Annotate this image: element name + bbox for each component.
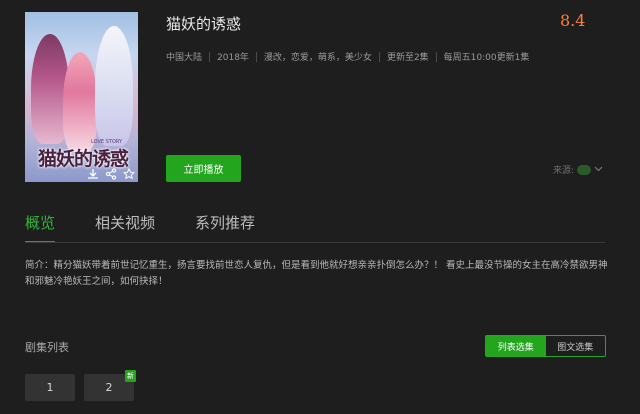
episode-view-switch: 列表选集 图文选集 xyxy=(485,335,606,357)
episode-list-heading: 剧集列表 xyxy=(25,341,69,354)
episode-number: 2 xyxy=(105,381,113,394)
poster-actions xyxy=(87,165,136,180)
source-label: 来源: xyxy=(553,166,575,176)
meta-genres[interactable]: 漫改，恋爱，萌系，美少女 xyxy=(264,50,372,63)
episode-number: 1 xyxy=(46,381,54,394)
poster-figure-center xyxy=(63,52,97,152)
tab-overview[interactable]: 概览 xyxy=(25,212,56,243)
source-logo-icon xyxy=(577,164,592,175)
meta-schedule: 每周五10:00更新1集 xyxy=(443,53,530,63)
meta-region[interactable]: 中国大陆 xyxy=(166,50,202,63)
download-icon[interactable] xyxy=(87,165,99,179)
tab-related-videos[interactable]: 相关视频 xyxy=(95,212,155,242)
episode-button-1[interactable]: 1 xyxy=(25,374,75,401)
list-view-button[interactable]: 列表选集 xyxy=(486,336,546,356)
grid-view-button[interactable]: 图文选集 xyxy=(546,336,606,356)
tab-series-recommendations[interactable]: 系列推荐 xyxy=(195,212,255,242)
tabs-divider xyxy=(25,242,605,243)
new-episode-badge: 新 xyxy=(125,370,136,382)
show-score: 8.4 xyxy=(560,11,586,30)
detail-tabs: 概览 相关视频 系列推荐 xyxy=(25,212,255,243)
favorite-star-icon[interactable] xyxy=(122,165,136,180)
show-meta: 中国大陆 2018年 漫改，恋爱，萌系，美少女 更新至2集 每周五10:00更新… xyxy=(166,50,529,63)
share-icon[interactable] xyxy=(105,165,117,180)
show-title: 猫妖的诱惑 xyxy=(166,15,242,33)
video-detail-page: LOVE STORY 猫妖的诱惑 猫妖的诱惑 8.4 中国大陆 2018年 漫改… xyxy=(0,0,640,414)
meta-divider xyxy=(435,51,437,62)
synopsis-text: 简介：精分猫妖带着前世记忆重生，扬言要找前世恋人复仇，但是看到他就好想亲亲扑倒怎… xyxy=(25,260,608,287)
meta-year[interactable]: 2018年 xyxy=(217,50,249,63)
play-now-button[interactable]: 立即播放 xyxy=(166,155,241,182)
source-selector[interactable]: 来源: xyxy=(553,163,603,176)
meta-update-status: 更新至2集 xyxy=(386,53,429,63)
show-poster[interactable]: LOVE STORY 猫妖的诱惑 xyxy=(25,12,138,182)
meta-divider xyxy=(378,51,380,62)
meta-divider xyxy=(255,51,257,62)
poster-figure-right xyxy=(95,26,133,146)
episode-button-2[interactable]: 2 新 xyxy=(84,370,136,401)
meta-divider xyxy=(209,51,211,62)
chevron-down-icon xyxy=(594,165,603,175)
